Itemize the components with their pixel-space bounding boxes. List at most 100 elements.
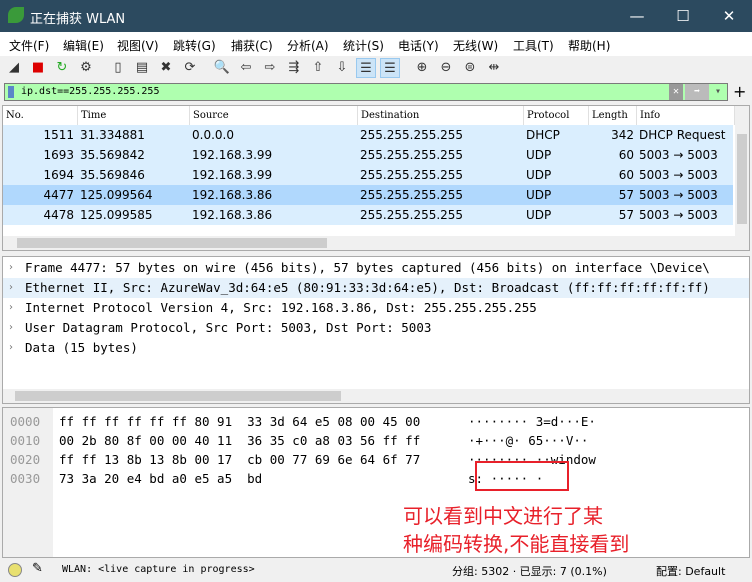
detail-row[interactable]: › Ethernet II, Src: AzureWav_3d:64:e5 (80…	[3, 278, 749, 298]
highlight-box	[475, 461, 569, 491]
zoom-out-icon[interactable]: ⊖	[436, 58, 456, 78]
detail-text: Data (15 bytes)	[25, 340, 138, 355]
hex-bytes: 73 3a 20 e4 bd a0 e5 a5 bd	[59, 471, 263, 486]
menu-item[interactable]: 文件(F)	[9, 37, 49, 54]
detail-text: Ethernet II, Src: AzureWav_3d:64:e5 (80:…	[25, 280, 710, 295]
resize-columns-icon[interactable]: ⇹	[484, 58, 504, 78]
hex-offset: 0000	[10, 414, 41, 429]
expand-arrow-icon[interactable]: ›	[9, 258, 13, 278]
vertical-scrollbar[interactable]	[735, 106, 749, 236]
cell-protocol: UDP	[526, 188, 552, 202]
capture-comment-icon[interactable]: ✎	[32, 561, 43, 576]
menu-item[interactable]: 统计(S)	[343, 37, 384, 54]
filter-dropdown-button[interactable]: ▾	[715, 84, 721, 100]
menu-item[interactable]: 工具(T)	[513, 37, 554, 54]
detail-row[interactable]: › User Datagram Protocol, Src Port: 5003,…	[3, 318, 749, 338]
status-text: WLAN: <live capture in progress>	[62, 564, 255, 575]
column-header-destination[interactable]: Destination	[358, 106, 524, 125]
go-first-icon[interactable]: ⇧	[308, 58, 328, 78]
menu-item[interactable]: 电话(Y)	[398, 37, 439, 54]
zoom-reset-icon[interactable]: ⊜	[460, 58, 480, 78]
menu-item[interactable]: 捕获(C)	[231, 37, 273, 54]
hex-bytes: ff ff ff ff ff ff 80 91 33 3d 64 e5 08 0…	[59, 414, 421, 429]
restart-capture-icon[interactable]: ↻	[52, 58, 72, 78]
menu-item[interactable]: 视图(V)	[117, 37, 159, 54]
hex-offset: 0030	[10, 471, 41, 486]
colorize-icon[interactable]: ☰	[380, 58, 400, 78]
display-filter-input[interactable]: ip.dst==255.255.255.255 ✕ ➡ ▾	[4, 83, 728, 101]
column-header-protocol[interactable]: Protocol	[524, 106, 589, 125]
capture-options-icon[interactable]: ⚙	[76, 58, 96, 78]
cell-source: 192.168.3.99	[192, 148, 273, 162]
menu-item[interactable]: 跳转(G)	[173, 37, 216, 54]
cell-protocol: UDP	[526, 208, 552, 222]
open-file-icon[interactable]: ▯	[108, 58, 128, 78]
scroll-thumb[interactable]	[15, 391, 341, 401]
menu-item[interactable]: 编辑(E)	[63, 37, 104, 54]
hex-bytes: ff ff 13 8b 13 8b 00 17 cb 00 77 69 6e 6…	[59, 452, 421, 467]
close-button[interactable]: ✕	[706, 4, 752, 28]
close-file-icon[interactable]: ✖	[156, 58, 176, 78]
scroll-thumb[interactable]	[737, 134, 747, 224]
column-header-source[interactable]: Source	[190, 106, 358, 125]
find-packet-icon[interactable]: 🔍	[212, 58, 232, 78]
minimize-button[interactable]: —	[614, 4, 660, 28]
annotation-line: 可以看到中文进行了某	[403, 504, 603, 528]
table-row[interactable]: 1511 31.334881 0.0.0.0 255.255.255.255 DHCP 3…	[3, 125, 733, 145]
stop-capture-icon[interactable]: ■	[28, 58, 48, 78]
expert-info-icon[interactable]	[8, 563, 22, 577]
column-header-no[interactable]: No.	[3, 106, 78, 125]
column-header-time[interactable]: Time	[78, 106, 190, 125]
menu-item[interactable]: 无线(W)	[453, 37, 498, 54]
detail-row[interactable]: › Data (15 bytes)	[3, 338, 749, 358]
menu-item[interactable]: 分析(A)	[287, 37, 329, 54]
expand-arrow-icon[interactable]: ›	[9, 278, 13, 298]
column-header-length[interactable]: Length	[589, 106, 637, 125]
table-row[interactable]: 1694 35.569846 192.168.3.99 255.255.255.255…	[3, 165, 733, 185]
cell-info: 5003 → 5003	[639, 208, 718, 222]
expand-arrow-icon[interactable]: ›	[9, 298, 13, 318]
horizontal-scrollbar[interactable]	[3, 389, 749, 403]
zoom-in-icon[interactable]: ⊕	[412, 58, 432, 78]
auto-scroll-icon[interactable]: ☰	[356, 58, 376, 78]
go-last-icon[interactable]: ⇩	[332, 58, 352, 78]
cell-no: 1693	[43, 148, 74, 162]
cell-length: 342	[611, 128, 634, 142]
shark-fin-start-icon[interactable]: ◢	[4, 58, 24, 78]
cell-protocol: UDP	[526, 148, 552, 162]
profile-selector[interactable]: 配置: Default	[656, 563, 725, 579]
go-forward-icon[interactable]: ⇨	[260, 58, 280, 78]
detail-row[interactable]: › Frame 4477: 57 bytes on wire (456 bits)…	[3, 258, 749, 278]
column-header-info[interactable]: Info	[637, 106, 735, 125]
go-to-packet-icon[interactable]: ⇶	[284, 58, 304, 78]
detail-text: User Datagram Protocol, Src Port: 5003, …	[25, 320, 432, 335]
horizontal-scrollbar[interactable]	[3, 236, 749, 250]
reload-file-icon[interactable]: ⟳	[180, 58, 200, 78]
apply-filter-button[interactable]: ➡	[685, 84, 709, 100]
cell-info: DHCP Request	[639, 128, 726, 142]
expand-arrow-icon[interactable]: ›	[9, 338, 13, 358]
hex-offset: 0010	[10, 433, 41, 448]
save-file-icon[interactable]: ▤	[132, 58, 152, 78]
cell-time: 125.099564	[80, 188, 153, 202]
add-filter-button[interactable]: +	[733, 82, 746, 101]
scroll-thumb[interactable]	[17, 238, 327, 248]
cell-no: 4477	[43, 188, 74, 202]
go-back-icon[interactable]: ⇦	[236, 58, 256, 78]
table-row[interactable]: 1693 35.569842 192.168.3.99 255.255.255.255…	[3, 145, 733, 165]
cell-time: 31.334881	[80, 128, 145, 142]
cell-length: 57	[618, 188, 634, 202]
hex-ascii: ·+···@· 65···V··	[468, 433, 589, 448]
annotation-line: 种编码转换,不能直接看到	[403, 532, 630, 556]
cell-no: 1511	[43, 128, 74, 142]
detail-row[interactable]: › Internet Protocol Version 4, Src: 192.1…	[3, 298, 749, 318]
table-row[interactable]: 4477 125.099564 192.168.3.86 255.255.255.25…	[3, 185, 733, 205]
clear-filter-button[interactable]: ✕	[669, 84, 683, 100]
expand-arrow-icon[interactable]: ›	[9, 318, 13, 338]
table-row[interactable]: 4478 125.099585 192.168.3.86 255.255.255.25…	[3, 205, 733, 225]
hex-ascii: ········ 3=d···E·	[468, 414, 596, 429]
maximize-button[interactable]: ☐	[660, 4, 706, 28]
wireshark-logo-icon	[8, 7, 24, 23]
bookmark-icon[interactable]	[8, 86, 14, 98]
menu-item[interactable]: 帮助(H)	[568, 37, 610, 54]
